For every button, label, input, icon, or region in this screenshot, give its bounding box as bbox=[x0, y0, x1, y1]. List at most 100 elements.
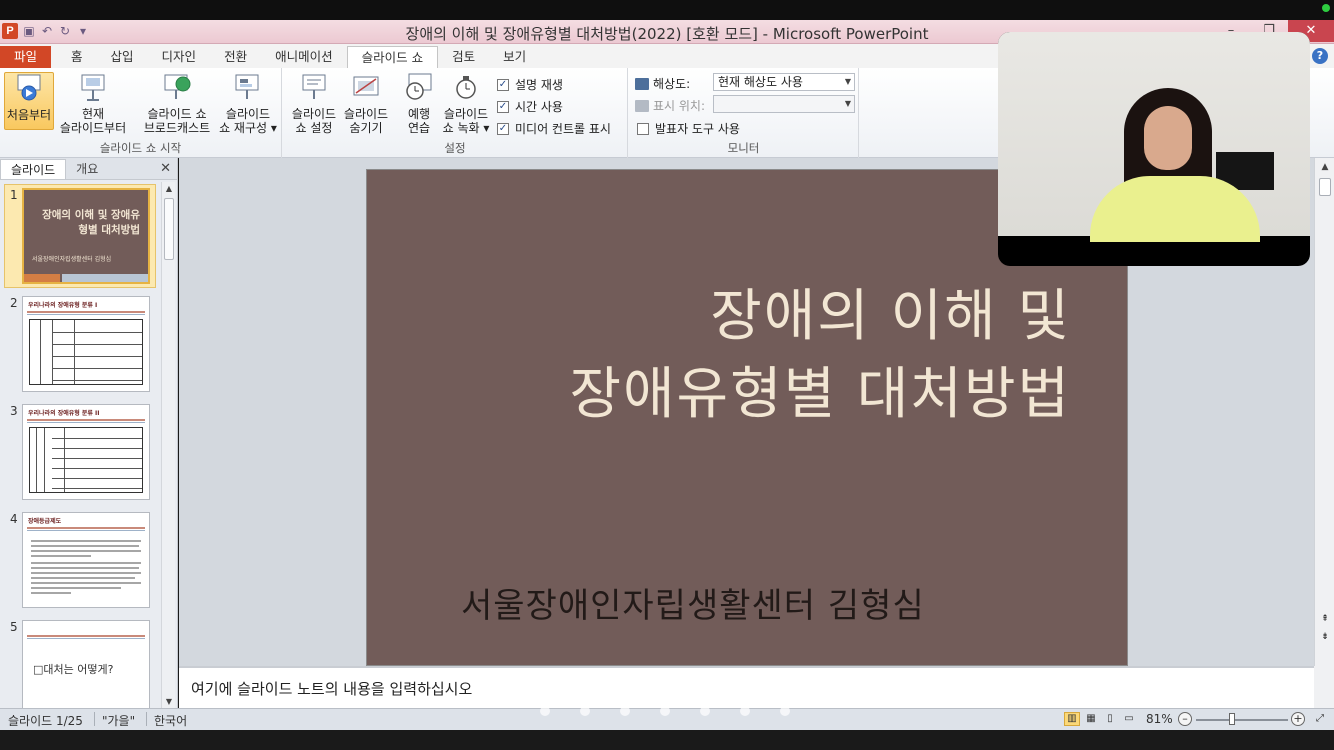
record-label-1: 슬라이드 bbox=[443, 107, 489, 121]
chevron-down-icon: ▼ bbox=[844, 99, 851, 108]
scroll-thumb[interactable] bbox=[1319, 178, 1331, 196]
from-beginning-label: 처음부터 bbox=[6, 108, 52, 122]
chevron-down-icon: ▼ bbox=[844, 77, 851, 86]
zoom-level[interactable]: 81% bbox=[1146, 712, 1173, 726]
tab-design[interactable]: 디자인 bbox=[148, 46, 211, 68]
slideshow-start-icon bbox=[17, 74, 41, 101]
video-person-face bbox=[1144, 106, 1192, 170]
zoom-slider[interactable] bbox=[1196, 719, 1288, 721]
use-timings-checkbox[interactable]: ✓ 시간 사용 bbox=[497, 98, 563, 115]
resolution-label: 해상도: bbox=[635, 75, 690, 92]
next-slide-icon[interactable]: ⇟ bbox=[1315, 632, 1334, 642]
broadcast-label-2: 브로드캐스트 bbox=[143, 121, 211, 135]
thumbnail-preview: □대처는 어떻게? bbox=[22, 620, 150, 708]
slides-pane-scrollbar[interactable]: ▲ ▼ bbox=[161, 182, 175, 708]
thumbnail-title: 장애등급제도 bbox=[28, 518, 62, 525]
close-pane-icon[interactable]: ✕ bbox=[160, 161, 171, 176]
thumbnail-number: 3 bbox=[10, 404, 18, 418]
custom-show-label-1: 슬라이드 bbox=[225, 107, 271, 121]
scroll-thumb[interactable] bbox=[164, 198, 174, 260]
monitor-icon bbox=[635, 77, 649, 90]
reading-view-icon[interactable]: ▯ bbox=[1102, 712, 1118, 726]
thumbnail-text-lines bbox=[31, 540, 141, 594]
notes-pane[interactable]: 여기에 슬라이드 노트의 내용을 입력하십시오 bbox=[179, 666, 1314, 708]
from-current-label-1: 현재 bbox=[81, 107, 105, 121]
presenter-view-checkbox[interactable]: 발표자 도구 사용 bbox=[637, 120, 740, 137]
thumbnail-preview: 우리나라의 장애유형 분류 II bbox=[22, 404, 150, 500]
thumbnail-subtitle: 서울장애인자립생활센터 김형심 bbox=[32, 256, 112, 263]
zoom-out-icon[interactable]: – bbox=[1178, 712, 1192, 726]
notes-scrollbar[interactable] bbox=[1314, 666, 1334, 708]
thumbnail-number: 2 bbox=[10, 296, 18, 310]
play-narrations-checkbox[interactable]: ✓ 설명 재생 bbox=[497, 76, 563, 93]
custom-show-label-2: 쇼 재구성 ▾ bbox=[219, 121, 277, 135]
show-media-controls-checkbox[interactable]: ✓ 미디어 컨트롤 표시 bbox=[497, 120, 611, 137]
setup-label-1: 슬라이드 bbox=[291, 107, 337, 121]
language-indicator[interactable]: 한국어 bbox=[154, 712, 187, 729]
tab-insert[interactable]: 삽입 bbox=[97, 46, 148, 68]
from-beginning-button[interactable]: 처음부터 bbox=[4, 72, 54, 130]
record-icon bbox=[456, 76, 476, 99]
slide-subtitle[interactable]: 서울장애인자립생활센터 김형심 bbox=[461, 578, 925, 627]
resolution-select[interactable]: 현재 해상도 사용 ▼ bbox=[713, 73, 855, 91]
setup-icon bbox=[302, 74, 326, 99]
tab-animations[interactable]: 애니메이션 bbox=[261, 46, 347, 68]
rehearse-timings-button[interactable]: 예행 연습 bbox=[401, 72, 437, 135]
checkbox-unchecked-icon bbox=[637, 122, 649, 135]
broadcast-label-1: 슬라이드 쇼 bbox=[147, 107, 207, 121]
group-label-start: 슬라이드 쇼 시작 bbox=[99, 141, 182, 155]
slide-counter: 슬라이드 1/25 bbox=[8, 714, 83, 728]
tab-transitions[interactable]: 전환 bbox=[210, 46, 261, 68]
record-slide-show-button[interactable]: 슬라이드 쇼 녹화 ▾ bbox=[441, 72, 491, 135]
help-icon[interactable]: ? bbox=[1312, 48, 1328, 64]
zoom-slider-thumb[interactable] bbox=[1229, 713, 1235, 725]
scroll-up-icon[interactable]: ▲ bbox=[162, 184, 176, 193]
slide-title[interactable]: 장애의 이해 및 장애유형별 대처방법 bbox=[570, 278, 1071, 434]
hide-slide-button[interactable]: 슬라이드 숨기기 bbox=[341, 72, 391, 135]
thumbnail-preview: 장애등급제도 bbox=[22, 512, 150, 608]
slide-sorter-icon[interactable]: ▦ bbox=[1083, 712, 1099, 726]
tab-slides[interactable]: 슬라이드 bbox=[0, 159, 67, 179]
hide-label-2: 숨기기 bbox=[349, 121, 383, 135]
setup-label-2: 쇼 설정 bbox=[295, 121, 333, 135]
broadcast-icon bbox=[164, 74, 191, 99]
group-start-slide-show: 처음부터 현재 슬라이드부터 슬라이드 쇼 브로드캐스트 슬라이드 쇼 재구성 … bbox=[0, 68, 282, 158]
thumbnail-preview: 우리나라의 장애유형 분류 I bbox=[22, 296, 150, 392]
group-label-setup: 설정 bbox=[444, 141, 466, 155]
thumbnail-number: 5 bbox=[10, 620, 18, 634]
slide-show-view-icon[interactable]: ▭ bbox=[1121, 712, 1137, 726]
broadcast-slide-show-button[interactable]: 슬라이드 쇼 브로드캐스트 bbox=[140, 72, 214, 135]
hide-label-1: 슬라이드 bbox=[343, 107, 389, 121]
slide-scrollbar[interactable]: ▲ ⇞ ⇟ bbox=[1314, 158, 1334, 666]
tab-file[interactable]: 파일 bbox=[0, 46, 52, 68]
thumbnail-number: 1 bbox=[10, 188, 18, 202]
slides-pane: 슬라이드 개요 ✕ 1 장애의 이해 및 장애유형별 대처방법 서울장애인자립생… bbox=[0, 158, 178, 708]
meeting-bottom-bar bbox=[0, 730, 1334, 750]
thumbnail-table bbox=[29, 319, 143, 385]
thumbnail-table bbox=[29, 427, 143, 493]
meeting-page-indicator bbox=[540, 706, 790, 716]
status-dot-icon bbox=[1322, 4, 1330, 12]
fit-to-window-icon[interactable]: ⤢ bbox=[1312, 712, 1328, 726]
tab-slide-show[interactable]: 슬라이드 쇼 bbox=[346, 46, 439, 68]
tab-home[interactable]: 홈 bbox=[57, 46, 97, 68]
tab-outline[interactable]: 개요 bbox=[66, 159, 108, 179]
zoom-in-icon[interactable]: + bbox=[1291, 712, 1305, 726]
custom-slide-show-button[interactable]: 슬라이드 쇼 재구성 ▾ bbox=[216, 72, 280, 135]
participant-video[interactable] bbox=[998, 32, 1310, 266]
tab-view[interactable]: 보기 bbox=[489, 46, 540, 68]
scroll-down-icon[interactable]: ▼ bbox=[162, 697, 176, 706]
checkbox-checked-icon: ✓ bbox=[497, 122, 509, 135]
tab-review[interactable]: 검토 bbox=[438, 46, 489, 68]
notes-placeholder[interactable]: 여기에 슬라이드 노트의 내용을 입력하십시오 bbox=[191, 678, 472, 699]
previous-slide-icon[interactable]: ⇞ bbox=[1315, 614, 1334, 624]
set-up-slide-show-button[interactable]: 슬라이드 쇼 설정 bbox=[289, 72, 339, 135]
group-label-monitors: 모니터 bbox=[727, 141, 760, 155]
scroll-up-icon[interactable]: ▲ bbox=[1315, 162, 1334, 172]
theme-name[interactable]: "가을" bbox=[102, 712, 135, 729]
from-current-slide-button[interactable]: 현재 슬라이드부터 bbox=[58, 72, 128, 135]
show-on-select[interactable]: ▼ bbox=[713, 95, 855, 113]
rehearse-label-2: 연습 bbox=[407, 121, 431, 135]
normal-view-icon[interactable]: ▥ bbox=[1064, 712, 1080, 726]
group-monitors: 해상도: 현재 해상도 사용 ▼ 표시 위치: ▼ 발표자 도구 사용 모니터 bbox=[629, 68, 859, 158]
